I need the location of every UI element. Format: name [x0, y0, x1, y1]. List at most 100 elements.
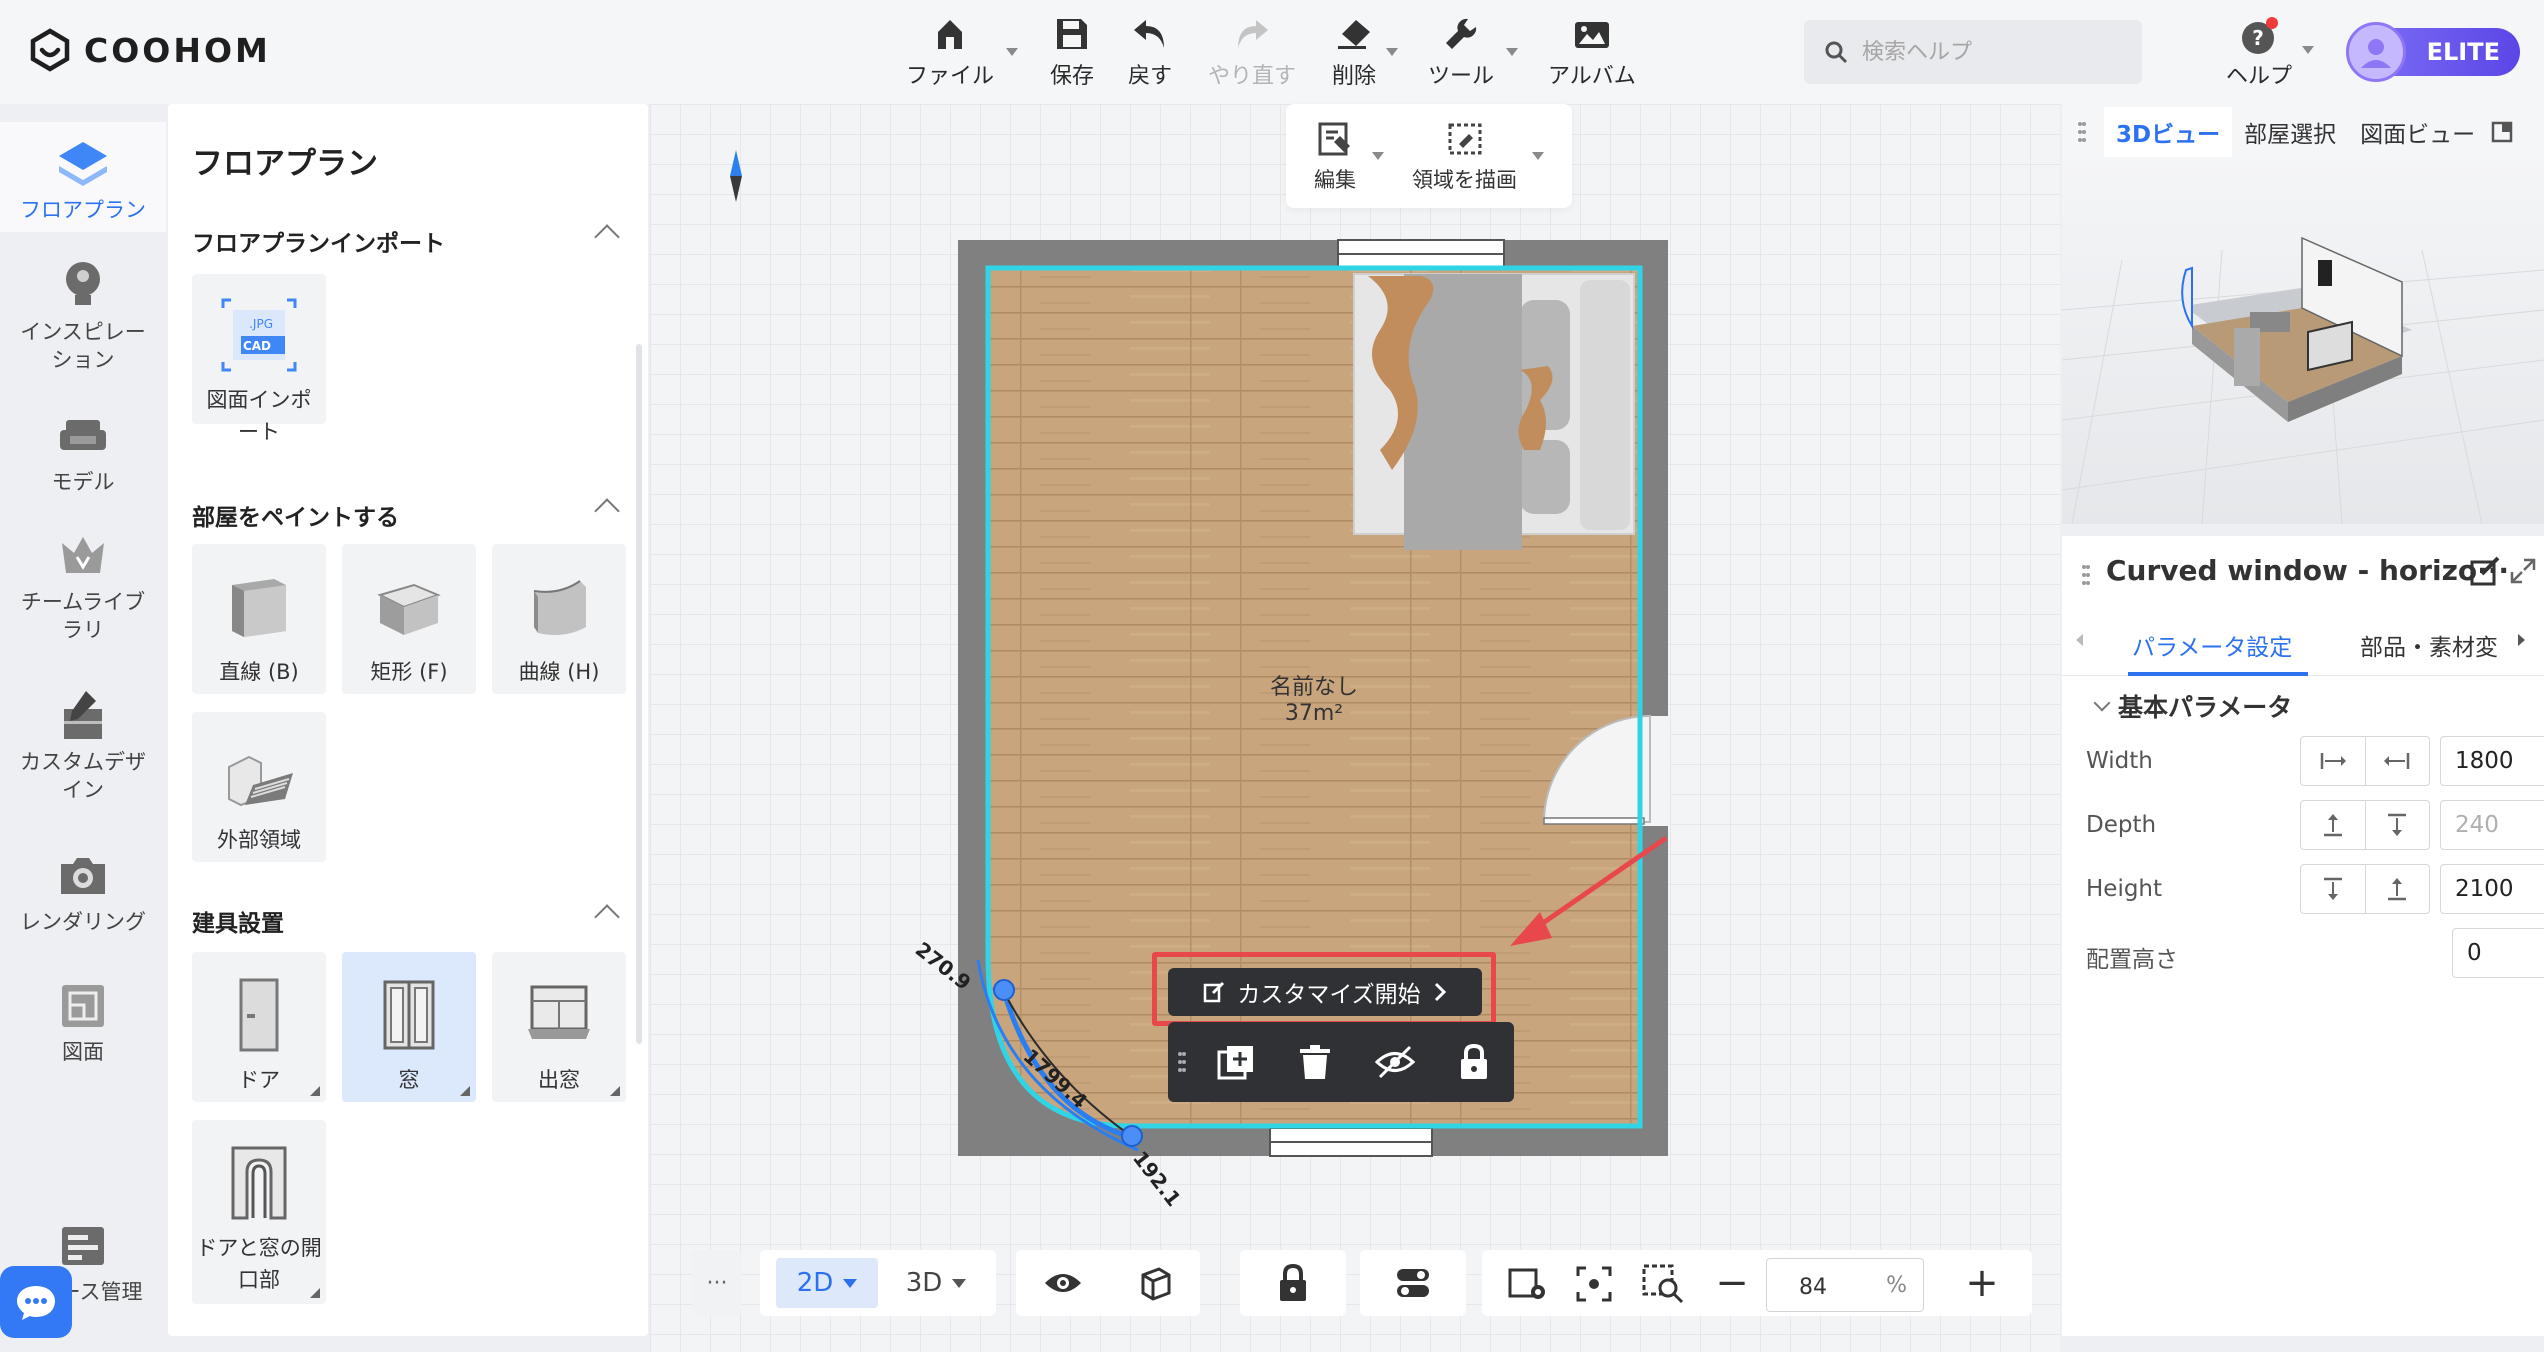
section-paint-room[interactable]: 部屋をペイントする	[192, 498, 620, 532]
album-button[interactable]: アルバム	[1548, 14, 1636, 90]
file-dropdown-caret[interactable]	[1006, 48, 1018, 56]
object-action-bar	[1168, 1022, 1514, 1102]
tab-3d-view[interactable]: 3Dビュー	[2104, 107, 2233, 157]
nav-rendering[interactable]: レンダリング	[0, 844, 166, 954]
help-button[interactable]: ? ヘルプ	[2222, 16, 2314, 89]
undo-button[interactable]: 戻す	[1128, 14, 1172, 90]
delete-dropdown-caret[interactable]	[1386, 48, 1398, 56]
anchor-left-button[interactable]	[2301, 737, 2366, 785]
card-straight-wall[interactable]: 直線 (B)	[192, 544, 326, 694]
tab-scroll-right-icon[interactable]	[2518, 634, 2525, 646]
card-door-window-opening[interactable]: ドアと窓の開口部	[192, 1120, 326, 1304]
window-icon	[383, 980, 435, 1050]
chevron-up-icon[interactable]	[594, 498, 620, 524]
account-menu[interactable]: ELITE	[2346, 22, 2520, 82]
curved-wall-icon	[533, 580, 586, 635]
expand-panel-icon[interactable]	[2491, 121, 2513, 143]
anchor-bottom-button[interactable]	[2366, 865, 2430, 913]
delete-button[interactable]: 削除	[1332, 14, 1376, 90]
depth-anchor-buttons	[2300, 800, 2430, 850]
anchor-top-button[interactable]	[2301, 865, 2366, 913]
rename-icon[interactable]	[2470, 556, 2502, 588]
floorplan-panel: フロアプラン フロアプランインポート .JPG CAD 図面インポート 部屋をペ…	[168, 104, 648, 1336]
redo-button[interactable]: やり直す	[1208, 14, 1296, 90]
tab-drawing-view[interactable]: 図面ビュー	[2348, 107, 2487, 157]
delete-object-button[interactable]	[1275, 1044, 1355, 1080]
tab-room-select[interactable]: 部屋選択	[2232, 107, 2348, 157]
lock-object-button[interactable]	[1434, 1043, 1514, 1081]
basic-params-section[interactable]: 基本パラメータ	[2093, 688, 2292, 724]
card-rectangle-room[interactable]: 矩形 (F)	[342, 544, 476, 694]
tools-menu-button[interactable]: ツール	[1428, 14, 1494, 90]
cube-icon[interactable]	[1137, 1265, 1173, 1301]
card-drawing-import[interactable]: .JPG CAD 図面インポート	[192, 274, 326, 444]
eye-icon[interactable]	[1043, 1269, 1083, 1297]
drag-handle-icon[interactable]	[2078, 121, 2086, 143]
zoom-input[interactable]: 84 %	[1766, 1258, 1924, 1312]
section-fixtures[interactable]: 建具設置	[192, 904, 620, 938]
anchor-top-button[interactable]	[2366, 801, 2430, 849]
placement-height-input[interactable]: 0	[2452, 928, 2544, 978]
anchor-right-button[interactable]	[2366, 737, 2430, 785]
lock-icon	[1280, 1263, 1306, 1301]
design-canvas[interactable]: 名前なし 37m² 270.9 1799.4 192.1	[650, 104, 2060, 1352]
chat-support-button[interactable]	[0, 1266, 72, 1338]
file-menu-button[interactable]: ファイル	[906, 14, 994, 90]
help-search-input[interactable]	[1862, 39, 2122, 65]
edit-menu-button[interactable]: 編集	[1314, 122, 1356, 194]
draw-area-button[interactable]: 領域を描画	[1412, 122, 1517, 194]
lock-all-button[interactable]	[1240, 1250, 1346, 1316]
avatar[interactable]	[2346, 22, 2406, 82]
hide-object-button[interactable]	[1355, 1045, 1435, 1079]
3d-preview[interactable]	[2062, 160, 2544, 524]
view-settings-icon[interactable]	[1508, 1266, 1548, 1302]
width-input[interactable]: 1800	[2440, 736, 2544, 786]
card-outdoor-area[interactable]: 外部領域	[192, 712, 326, 862]
expand-corner-icon[interactable]	[310, 1086, 320, 1096]
mode-2d-button[interactable]: 2D	[776, 1258, 878, 1308]
duplicate-button[interactable]	[1196, 1044, 1276, 1080]
drag-handle-icon[interactable]	[1168, 1051, 1196, 1073]
tab-parameter-settings[interactable]: パラメータ設定	[2132, 628, 2292, 662]
tab-scroll-left-icon[interactable]	[2076, 634, 2083, 646]
chevron-up-icon[interactable]	[594, 904, 620, 930]
curve-handle-end	[1121, 1125, 1143, 1147]
tools-dropdown-caret[interactable]	[1506, 48, 1518, 56]
tab-parts-materials[interactable]: 部品・素材変	[2360, 628, 2498, 662]
start-customize-button[interactable]: カスタマイズ開始	[1168, 968, 1482, 1016]
save-button[interactable]: 保存	[1050, 14, 1094, 90]
fit-view-icon[interactable]	[1576, 1266, 1612, 1302]
section-floorplan-import[interactable]: フロアプランインポート	[192, 224, 620, 258]
height-input[interactable]: 2100	[2440, 864, 2544, 914]
depth-input[interactable]: 240	[2440, 800, 2544, 850]
card-window[interactable]: 窓	[342, 952, 476, 1102]
zoom-out-button[interactable]: −	[1712, 1250, 1752, 1316]
draw-area-dropdown-caret[interactable]	[1532, 152, 1544, 160]
chevron-up-icon[interactable]	[594, 224, 620, 250]
zoom-in-button[interactable]: +	[1962, 1250, 2002, 1316]
nav-floorplan[interactable]: フロアプラン	[0, 122, 166, 232]
help-search-box[interactable]	[1804, 20, 2142, 84]
zoom-region-icon[interactable]	[1642, 1264, 1684, 1304]
toggle-settings-button[interactable]	[1360, 1250, 1466, 1316]
card-door[interactable]: ドア	[192, 952, 326, 1102]
coohom-logo[interactable]: COOHOM	[30, 28, 271, 72]
card-bay-window[interactable]: 出窓	[492, 952, 626, 1102]
expand-icon[interactable]	[2510, 558, 2536, 584]
nav-drawing[interactable]: 図面	[0, 974, 166, 1074]
expand-corner-icon[interactable]	[310, 1288, 320, 1298]
expand-corner-icon[interactable]	[460, 1086, 470, 1096]
nav-team-library[interactable]: チームライブラリ	[0, 524, 166, 654]
nav-inspiration[interactable]: インスピレーション	[0, 254, 166, 374]
drag-handle-icon[interactable]	[2082, 564, 2090, 586]
anchor-bottom-button[interactable]	[2301, 801, 2366, 849]
edit-dropdown-caret[interactable]	[1372, 152, 1384, 160]
more-options-button[interactable]: ···	[692, 1250, 742, 1316]
help-dropdown-caret[interactable]	[2302, 46, 2314, 54]
expand-corner-icon[interactable]	[610, 1086, 620, 1096]
card-curved-wall[interactable]: 曲線 (H)	[492, 544, 626, 694]
nav-model[interactable]: モデル	[0, 404, 166, 504]
mode-3d-button[interactable]: 3D	[888, 1258, 984, 1308]
panel-scrollbar[interactable]	[636, 344, 642, 1044]
nav-custom-design[interactable]: カスタムデザイン	[0, 684, 166, 814]
